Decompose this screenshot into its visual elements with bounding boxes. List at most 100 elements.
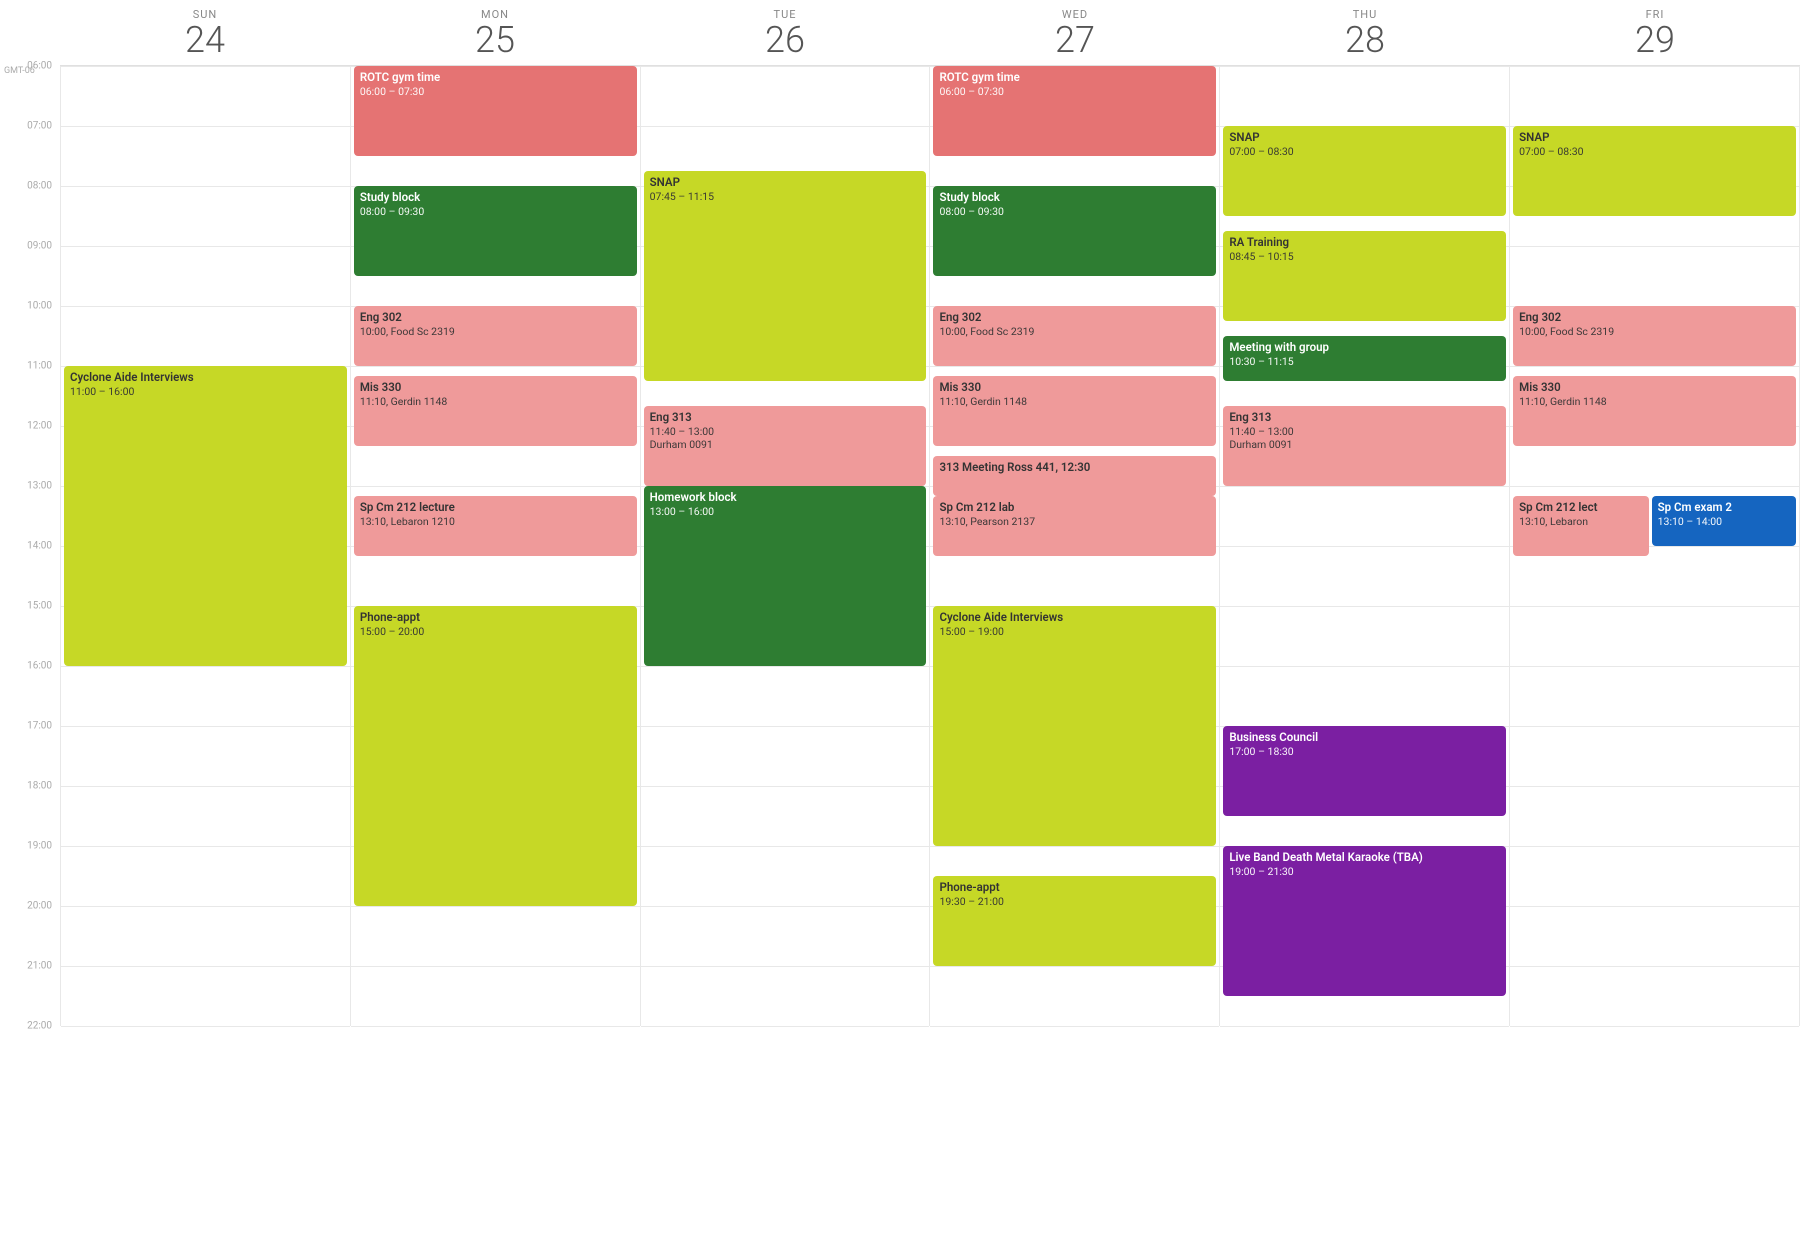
event-phone-mon[interactable]: Phone-appt15:00 – 20:00 — [354, 606, 637, 906]
hour-line-15 — [641, 966, 930, 967]
event-title: SNAP — [650, 175, 921, 190]
day-col-thu: SNAP07:00 – 08:30 RA Training08:45 – 10:1… — [1219, 66, 1509, 1026]
time-label-20: 20:00 — [27, 900, 52, 911]
hour-line-16 — [1220, 1026, 1509, 1027]
hour-line-7 — [351, 486, 640, 487]
event-title: ROTC gym time — [360, 70, 631, 85]
event-title: Study block — [939, 190, 1210, 205]
time-label-19: 19:00 — [27, 840, 52, 851]
time-label-12: 12:00 — [27, 420, 52, 431]
event-title: Eng 302 — [939, 310, 1210, 325]
event-time: 06:00 – 07:30 — [360, 85, 631, 99]
hour-line-1 — [641, 126, 930, 127]
day-header-tue: TUE 26 — [640, 0, 930, 65]
event-business-thu[interactable]: Business Council17:00 – 18:30 — [1223, 726, 1506, 816]
hour-line-9 — [1220, 606, 1509, 607]
hour-line-5 — [1510, 366, 1799, 367]
hour-line-13 — [61, 846, 350, 847]
event-title: Eng 313 — [1229, 410, 1500, 425]
hour-line-13 — [641, 846, 930, 847]
event-mis330-fri[interactable]: Mis 33011:10, Gerdin 1148 — [1513, 376, 1796, 446]
event-study-mon[interactable]: Study block08:00 – 09:30 — [354, 186, 637, 276]
hour-line-14 — [1510, 906, 1799, 907]
hour-line-2 — [61, 186, 350, 187]
event-time: 08:00 – 09:30 — [939, 205, 1210, 219]
event-eng313-thu[interactable]: Eng 31311:40 – 13:00Durham 0091 — [1223, 406, 1506, 486]
event-title: Live Band Death Metal Karaoke (TBA) — [1229, 850, 1500, 865]
day-header-sun: SUN 24 — [60, 0, 350, 65]
event-cyclone-sun[interactable]: Cyclone Aide Interviews11:00 – 16:00 — [64, 366, 347, 666]
event-time: 17:00 – 18:30 — [1229, 745, 1500, 759]
event-phone-wed[interactable]: Phone-appt19:30 – 21:00 — [933, 876, 1216, 966]
time-label-18: 18:00 — [27, 780, 52, 791]
event-spcm212-mon[interactable]: Sp Cm 212 lecture13:10, Lebaron 1210 — [354, 496, 637, 556]
hour-line-16 — [641, 1026, 930, 1027]
event-time: 13:10, Lebaron 1210 — [360, 515, 631, 529]
event-title: Eng 302 — [360, 310, 631, 325]
event-eng313-tue[interactable]: Eng 31311:40 – 13:00Durham 0091 — [644, 406, 927, 486]
event-spcm212lec-fri[interactable]: Sp Cm 212 lect13:10, Lebaron — [1513, 496, 1649, 556]
event-title: Sp Cm 212 lab — [939, 500, 1210, 515]
hour-line-15 — [1510, 966, 1799, 967]
event-time: 08:45 – 10:15 — [1229, 250, 1500, 264]
event-title: Business Council — [1229, 730, 1500, 745]
day-col-fri: SNAP07:00 – 08:30 Eng 30210:00, Food Sc 2… — [1509, 66, 1800, 1026]
event-meeting-thu[interactable]: Meeting with group10:30 – 11:15 — [1223, 336, 1506, 381]
event-liveband-thu[interactable]: Live Band Death Metal Karaoke (TBA)19:00… — [1223, 846, 1506, 996]
event-title: Meeting with group — [1229, 340, 1500, 355]
event-eng302-wed[interactable]: Eng 30210:00, Food Sc 2319 — [933, 306, 1216, 366]
event-location: Durham 0091 — [1229, 438, 1500, 452]
event-spcm212lab-wed[interactable]: Sp Cm 212 lab13:10, Pearson 2137 — [933, 496, 1216, 556]
time-label-16: 16:00 — [27, 660, 52, 671]
day-num: 28 — [1220, 21, 1510, 61]
event-time: 06:00 – 07:30 — [939, 85, 1210, 99]
event-time: 10:30 – 11:15 — [1229, 355, 1500, 369]
hour-line-13 — [930, 846, 1219, 847]
time-label-13: 13:00 — [27, 480, 52, 491]
hour-line-5 — [351, 366, 640, 367]
event-title: Cyclone Aide Interviews — [70, 370, 341, 385]
day-num: 24 — [60, 21, 350, 61]
day-header-wed: WED 27 — [930, 0, 1220, 65]
event-title: ROTC gym time — [939, 70, 1210, 85]
event-time: 10:00, Food Sc 2319 — [939, 325, 1210, 339]
event-time: 10:00, Food Sc 2319 — [1519, 325, 1790, 339]
event-time: 15:00 – 20:00 — [360, 625, 631, 639]
hour-line-15 — [930, 966, 1219, 967]
day-num: 26 — [640, 21, 930, 61]
event-mis330-wed[interactable]: Mis 33011:10, Gerdin 1148 — [933, 376, 1216, 446]
time-label-7: 07:00 — [27, 120, 52, 131]
event-rotc-mon[interactable]: ROTC gym time06:00 – 07:30 — [354, 66, 637, 156]
event-homework-tue[interactable]: Homework block13:00 – 16:00 — [644, 486, 927, 666]
hour-line-3 — [61, 246, 350, 247]
day-num: 27 — [930, 21, 1220, 61]
event-ra-thu[interactable]: RA Training08:45 – 10:15 — [1223, 231, 1506, 321]
event-eng302-mon[interactable]: Eng 30210:00, Food Sc 2319 — [354, 306, 637, 366]
time-gutter: GMT-0606:0007:0008:0009:0010:0011:0012:0… — [0, 66, 60, 1026]
event-eng302-fri[interactable]: Eng 30210:00, Food Sc 2319 — [1513, 306, 1796, 366]
event-title: RA Training — [1229, 235, 1500, 250]
event-snap-fri[interactable]: SNAP07:00 – 08:30 — [1513, 126, 1796, 216]
event-title: Phone-appt — [939, 880, 1210, 895]
event-title: 313 Meeting Ross 441, 12:30 — [939, 460, 1210, 475]
event-spcmexam-fri[interactable]: Sp Cm exam 213:10 – 14:00 — [1652, 496, 1796, 546]
event-rotc-wed[interactable]: ROTC gym time06:00 – 07:30 — [933, 66, 1216, 156]
event-snap-thu[interactable]: SNAP07:00 – 08:30 — [1223, 126, 1506, 216]
hour-line-16 — [351, 1026, 640, 1027]
header-row: SUN 24 MON 25 TUE 26 WED 27 THU 28 FRI 2… — [60, 0, 1800, 66]
event-cyclone-wed[interactable]: Cyclone Aide Interviews15:00 – 19:00 — [933, 606, 1216, 846]
event-time: 11:00 – 16:00 — [70, 385, 341, 399]
hour-line-0 — [641, 66, 930, 67]
hour-line-11 — [1510, 726, 1799, 727]
event-study-wed[interactable]: Study block08:00 – 09:30 — [933, 186, 1216, 276]
event-meeting313-wed[interactable]: 313 Meeting Ross 441, 12:30 — [933, 456, 1216, 496]
event-snap-tue[interactable]: SNAP07:45 – 11:15 — [644, 171, 927, 381]
hour-line-0 — [1220, 66, 1509, 67]
hour-line-14 — [351, 906, 640, 907]
day-col-mon: ROTC gym time06:00 – 07:30 Study block08:… — [350, 66, 640, 1026]
hour-line-16 — [1510, 1026, 1799, 1027]
hour-line-14 — [61, 906, 350, 907]
event-time: 13:10, Lebaron — [1519, 515, 1643, 529]
event-mis330-mon[interactable]: Mis 33011:10, Gerdin 1148 — [354, 376, 637, 446]
hour-line-11 — [641, 726, 930, 727]
